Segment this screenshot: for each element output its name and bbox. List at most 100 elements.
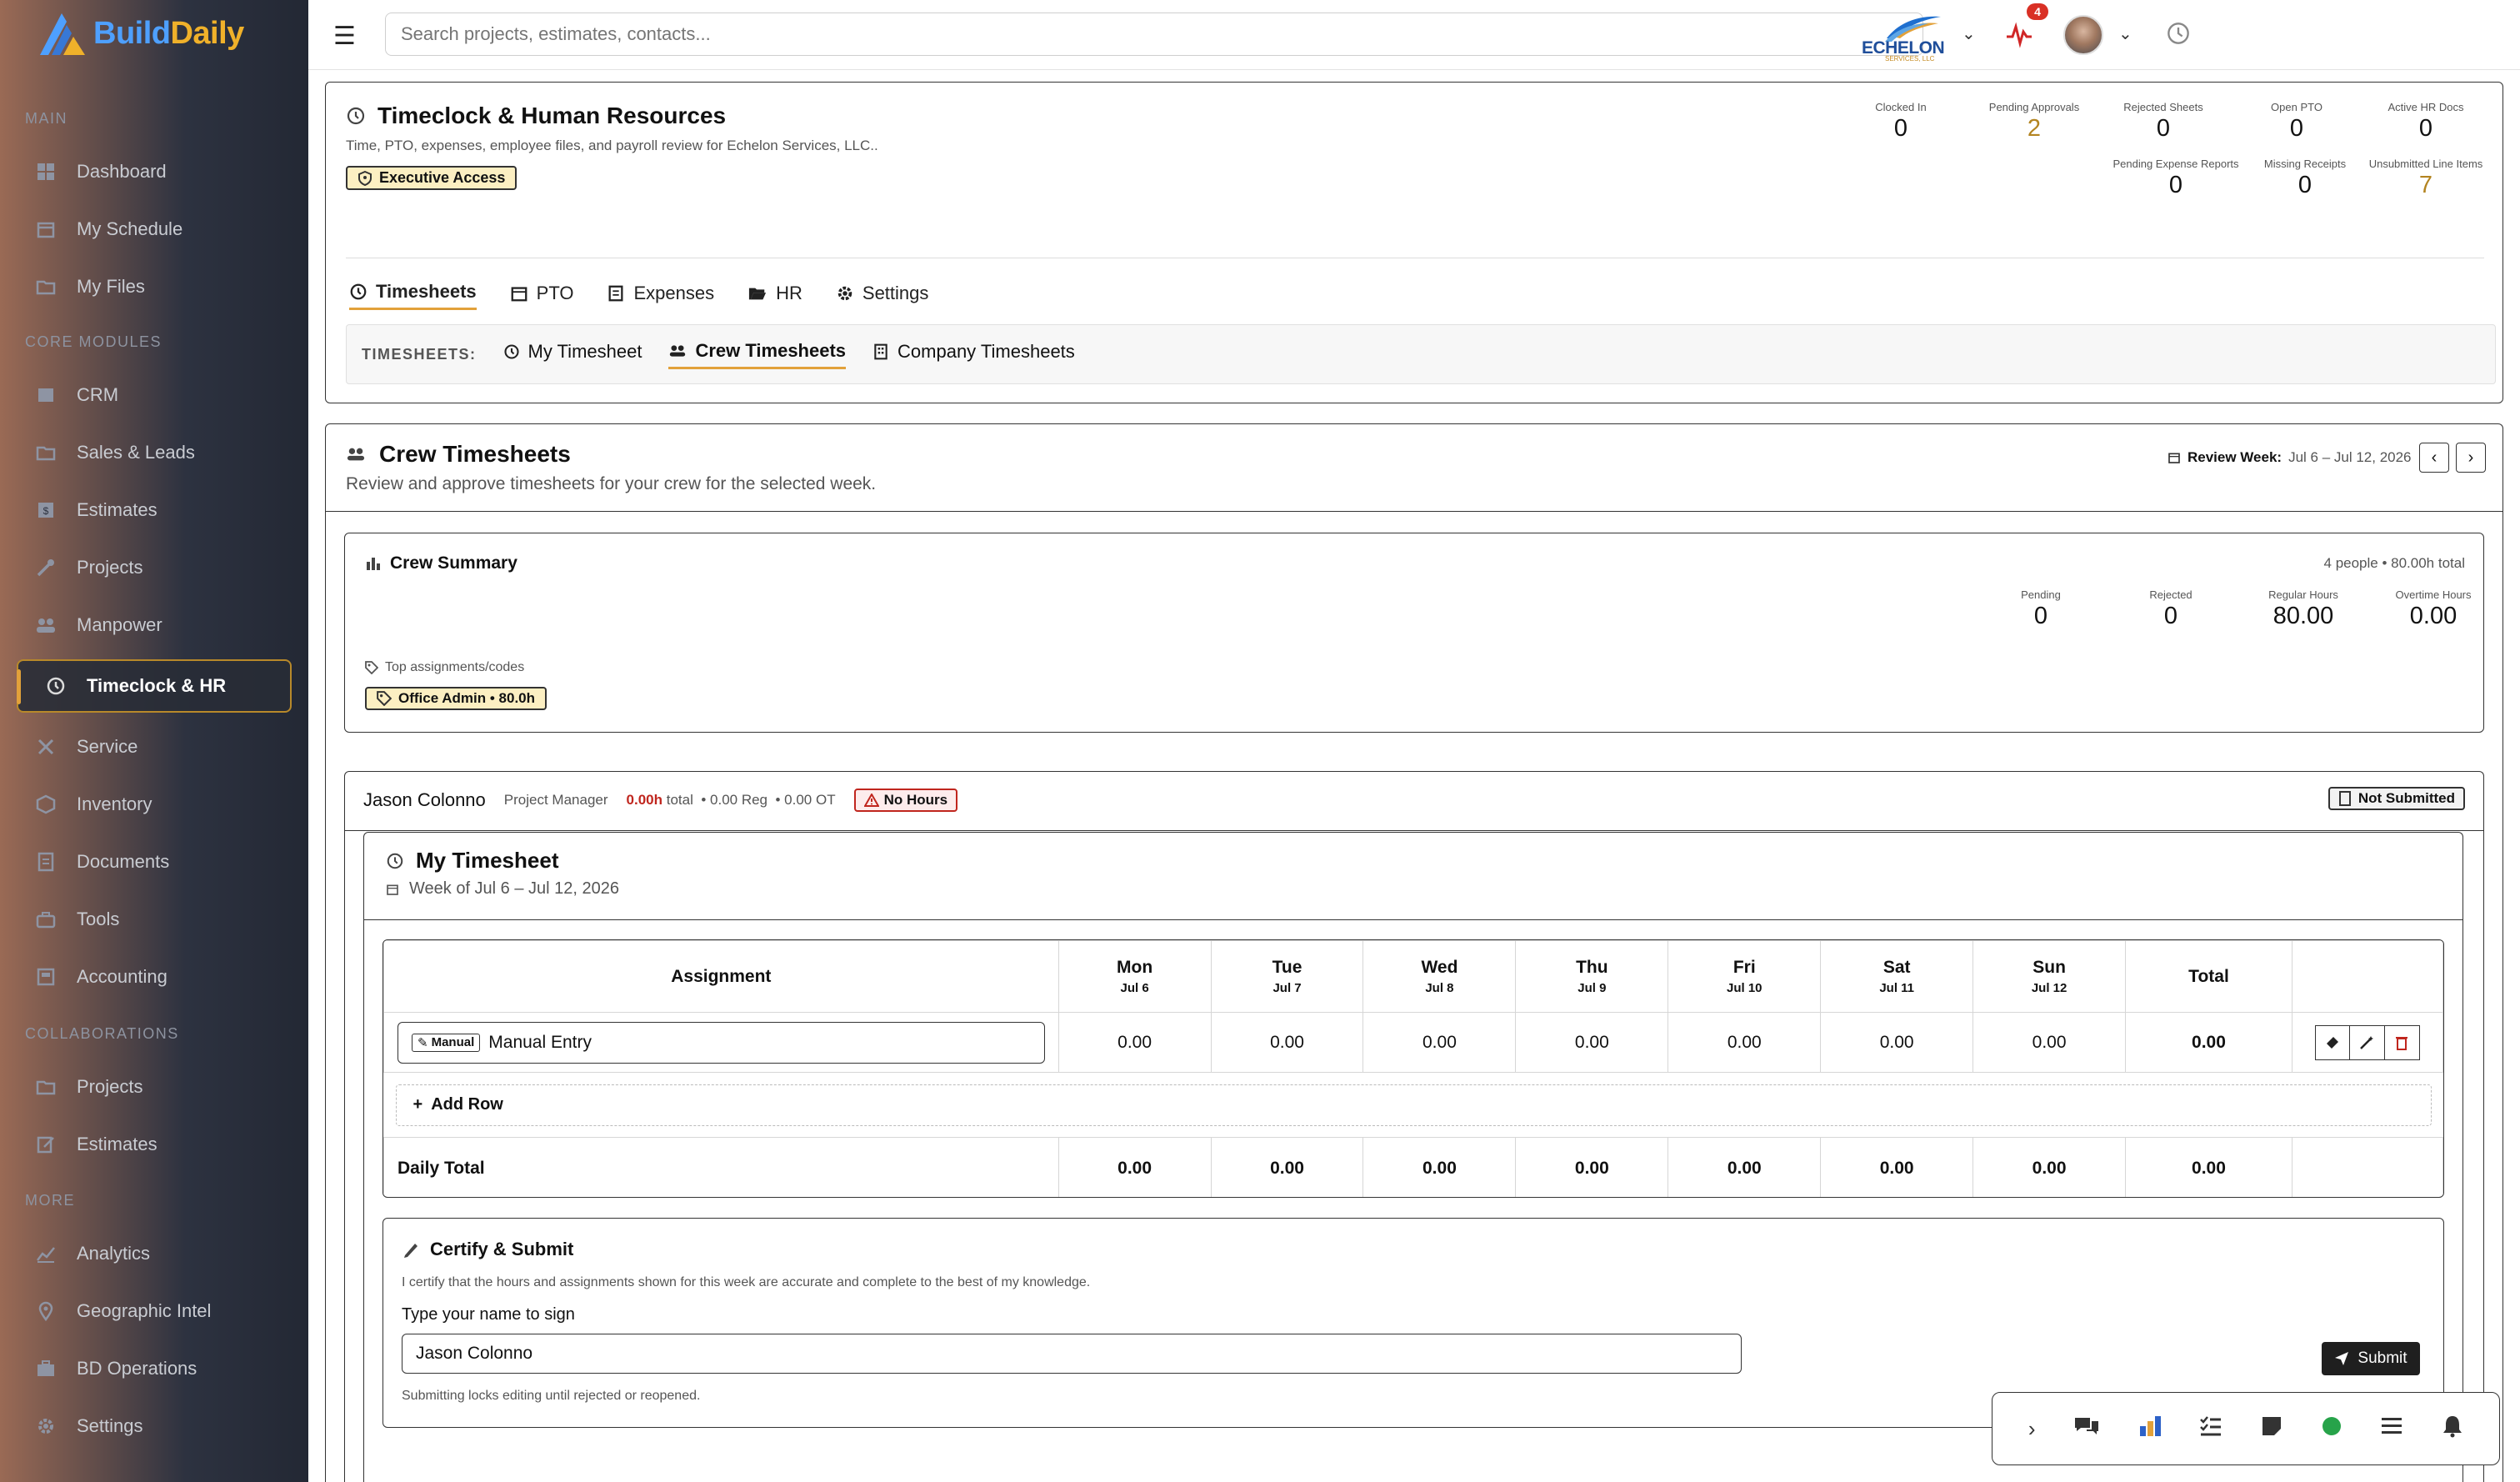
trash-icon [2396,1036,2408,1050]
sidebar-item-label: Analytics [77,1243,151,1264]
hours-cell-mon[interactable]: 0.00 [1058,1012,1212,1073]
folder-open-icon [749,288,767,299]
clock-icon[interactable] [2167,22,2190,51]
sidebar-item-tools[interactable]: Tools [17,893,292,946]
apps-grid-icon[interactable] [2138,1414,2162,1444]
stat-rejected-sheets[interactable]: Rejected Sheets 0 [2101,101,2226,143]
checklist-icon[interactable] [2199,1414,2222,1444]
section-core-modules: CORE MODULES [25,333,162,350]
subtab-my-timesheet[interactable]: My Timesheet [503,341,642,368]
person-role: Project Manager [503,792,608,808]
sidebar-item-timeclock-hr[interactable]: Timeclock & HR [17,659,292,713]
sidebar-item-crm[interactable]: CRM [17,368,292,422]
user-chevron-down-icon[interactable]: ⌄ [2118,23,2132,44]
sidebar-item-geographic-intel[interactable]: Geographic Intel [17,1284,292,1338]
crew-summary: Crew Summary 4 people • 80.00h total Pen… [344,533,2484,733]
subtab-company-timesheets[interactable]: Company Timesheets [872,341,1075,368]
delete-row-button[interactable] [2384,1024,2420,1060]
sidebar-item-my-schedule[interactable]: My Schedule [17,203,292,256]
section-more: MORE [25,1192,75,1209]
sidebar-item-my-files[interactable]: My Files [17,260,292,313]
prev-week-button[interactable]: ‹ [2419,443,2449,473]
quick-toolbar: › [1992,1392,2500,1465]
eraser-button[interactable] [2314,1024,2350,1060]
add-row-button[interactable]: + Add Row [395,1084,2432,1126]
clock-icon [347,107,365,125]
avatar[interactable] [2063,15,2103,55]
sidebar-item-collab-projects[interactable]: Projects [17,1060,292,1114]
calendar-icon [387,884,398,895]
bar-chart-icon [367,558,380,570]
sidebar-item-documents[interactable]: Documents [17,835,292,889]
crew-summary-meta: 4 people • 80.00h total [2323,555,2465,571]
top-assignments-label: Top assignments/codes [365,660,524,675]
signature-input[interactable] [402,1334,1742,1374]
people-icon [33,613,58,638]
sidebar-item-dashboard[interactable]: Dashboard [17,145,292,198]
stat-pending-approvals[interactable]: Pending Approvals 2 [1968,101,2101,143]
sidebar-item-collab-estimates[interactable]: Estimates [17,1118,292,1171]
edit-icon [33,1132,58,1157]
sidebar-item-label: Sales & Leads [77,442,195,463]
briefcase-icon [33,1356,58,1381]
day-header-wed: Wed Jul 8 [1362,940,1517,1013]
menu-icon[interactable]: ☰ [333,22,356,51]
tab-expenses[interactable]: Expenses [607,281,714,310]
list-menu-icon[interactable] [2380,1415,2403,1443]
tab-pto[interactable]: PTO [510,281,573,310]
hours-cell-thu[interactable]: 0.00 [1515,1012,1669,1073]
sidebar-item-analytics[interactable]: Analytics [17,1227,292,1280]
company-chevron-down-icon[interactable]: ⌄ [1962,23,1976,44]
day-header-fri: Fri Jul 10 [1668,940,1822,1013]
sidebar-item-label: Service [77,736,138,757]
sidebar-item-inventory[interactable]: Inventory [17,778,292,831]
status-dot-icon[interactable] [2321,1415,2342,1443]
chat-icon[interactable] [2073,1414,2100,1444]
tab-timesheets[interactable]: Timesheets [349,281,477,310]
top-assignment-chip[interactable]: Office Admin • 80.0h [365,687,548,710]
sidebar-item-projects[interactable]: Projects [17,541,292,594]
sidebar-item-service[interactable]: Service [17,720,292,774]
sidebar-item-settings[interactable]: Settings [17,1399,292,1453]
hours-cell-sat[interactable]: 0.00 [1820,1012,1974,1073]
bell-icon[interactable] [2442,1414,2463,1444]
magic-wand-button[interactable] [2349,1024,2385,1060]
hours-cell-sun[interactable]: 0.00 [1972,1012,2127,1073]
crew-timesheets-card: Crew Timesheets Review and approve times… [325,423,2503,1482]
subtab-crew-timesheets[interactable]: Crew Timesheets [668,340,847,369]
notification-count-badge: 4 [2027,3,2048,20]
stat-unsubmitted-line-items[interactable]: Unsubmitted Line Items 7 [2351,158,2501,199]
table-header-row: Assignment Mon Jul 6 Tue Jul 7 Wed Jul 8 Th… [383,940,2443,1013]
sidebar-item-label: Settings [77,1415,143,1436]
activity-icon[interactable] [2005,20,2033,55]
sidebar-item-label: Documents [77,851,170,872]
sidebar-item-bd-operations[interactable]: BD Operations [17,1342,292,1395]
sidebar-item-accounting[interactable]: Accounting [17,950,292,1004]
sidebar-item-label: Inventory [77,794,152,814]
clock-icon [350,283,367,300]
hours-cell-fri[interactable]: 0.00 [1668,1012,1822,1073]
brand-logo[interactable]: BuildDaily [37,10,244,57]
status-badge: Not Submitted [2328,787,2465,810]
timesheet-table: Assignment Mon Jul 6 Tue Jul 7 Wed Jul 8 Th… [383,940,2443,1197]
submit-button[interactable]: Submit [2322,1342,2420,1375]
tab-hr[interactable]: HR [748,281,802,310]
sticky-note-icon[interactable] [2261,1415,2282,1443]
person-name: Jason Colonno [363,789,486,810]
hours-cell-tue[interactable]: 0.00 [1210,1012,1364,1073]
tab-settings[interactable]: Settings [836,281,928,310]
search-input[interactable] [385,13,1923,56]
sidebar-item-manpower[interactable]: Manpower [17,598,292,652]
crew-title: Crew Timesheets [379,441,571,467]
hours-cell-wed[interactable]: 0.00 [1362,1012,1517,1073]
sidebar-item-sales-leads[interactable]: Sales & Leads [17,426,292,479]
stat-open-pto[interactable]: Open PTO 0 [2234,101,2359,143]
divider [364,919,2462,920]
collapse-chevron-icon[interactable]: › [2028,1416,2036,1442]
next-week-button[interactable]: › [2456,443,2486,473]
page-subtitle: Time, PTO, expenses, employee files, and… [346,138,878,153]
add-row-row: + Add Row [383,1072,2443,1138]
stat-active-hr-docs[interactable]: Active HR Docs 0 [2359,101,2492,143]
sidebar-item-estimates[interactable]: $ Estimates [17,483,292,537]
assignment-select[interactable]: ✎ Manual Manual Entry [398,1021,1045,1064]
